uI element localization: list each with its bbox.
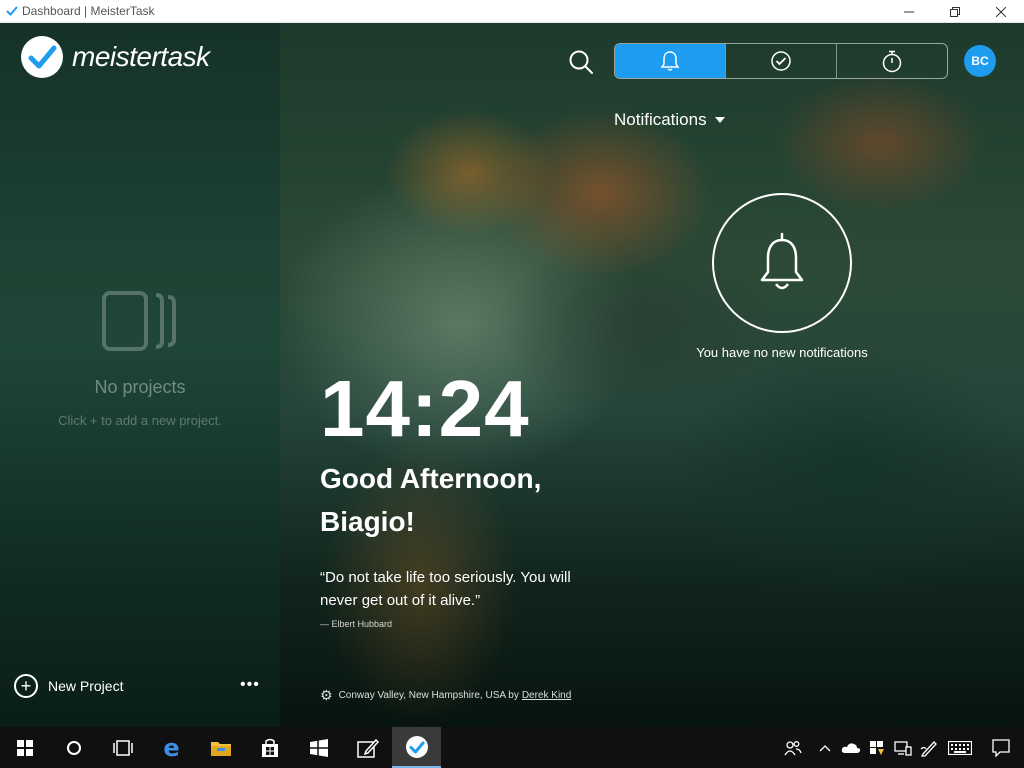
maximize-icon	[950, 6, 960, 17]
notifications-title: Notifications	[614, 110, 707, 129]
file-explorer-icon	[210, 741, 231, 756]
no-notifications-text: You have no new notifications	[696, 345, 868, 360]
meistertask-logo[interactable]: meistertask	[20, 35, 210, 79]
meistertask-taskbar-button[interactable]	[392, 727, 441, 768]
meistertask-icon	[405, 735, 428, 758]
chevron-up-icon	[819, 744, 831, 751]
network-icon	[894, 740, 912, 756]
meistertask-check-icon	[4, 3, 20, 19]
minimize-icon	[904, 11, 914, 12]
checkmark-circle-icon	[771, 51, 791, 71]
maximize-button[interactable]	[932, 0, 978, 23]
user-avatar[interactable]: BC	[964, 45, 996, 77]
people-icon	[784, 740, 802, 755]
system-tray	[774, 727, 1024, 768]
file-explorer-button[interactable]	[196, 727, 245, 768]
photo-credit: ⚙ Conway Valley, New Hampshire, USA by D…	[320, 687, 571, 704]
security-icon	[870, 740, 884, 755]
minimize-button[interactable]	[886, 0, 932, 23]
daily-quote: “Do not take life too seriously. You wil…	[320, 569, 571, 609]
windows-start-icon	[16, 739, 33, 756]
caret-down-icon	[714, 117, 725, 123]
close-button[interactable]	[978, 0, 1024, 23]
security-button[interactable]	[865, 727, 889, 768]
onedrive-icon	[841, 742, 861, 753]
network-button[interactable]	[891, 727, 915, 768]
windows-taskbar: e	[0, 727, 1024, 768]
window-title: Dashboard | MeisterTask	[22, 4, 155, 18]
store-button[interactable]	[245, 727, 294, 768]
dashboard-tabs	[614, 43, 948, 79]
pen-workspace-icon	[920, 740, 937, 757]
photo-author-link[interactable]: Derek Kind	[522, 690, 571, 701]
action-center-button[interactable]	[979, 727, 1023, 768]
more-options-button[interactable]: •••	[240, 676, 260, 694]
app-background: meistertask No projects Click + to add a…	[0, 23, 1024, 727]
pen-icon	[356, 738, 379, 758]
pen-workspace-button[interactable]	[917, 727, 941, 768]
notifications-dropdown[interactable]: Notifications	[614, 110, 725, 130]
pen-app-button[interactable]	[343, 727, 392, 768]
search-icon[interactable]	[568, 49, 594, 80]
edge-icon: e	[163, 733, 180, 762]
greeting-text: Good Afternoon, Biagio!	[320, 463, 542, 537]
store-icon	[261, 738, 278, 757]
show-hidden-icons-button[interactable]	[813, 727, 837, 768]
people-button[interactable]	[775, 727, 811, 768]
photo-location: Conway Valley, New Hampshire, USA by	[338, 690, 519, 701]
clock-time: 14:24	[320, 364, 530, 453]
empty-notifications-bell	[712, 193, 852, 333]
cortana-icon	[66, 740, 81, 755]
action-center-icon	[992, 738, 1010, 757]
windows-app-icon	[309, 738, 328, 757]
bell-icon	[660, 51, 680, 71]
touch-keyboard-button[interactable]	[943, 727, 977, 768]
onedrive-button[interactable]	[839, 727, 863, 768]
window-titlebar: Dashboard | MeisterTask	[0, 0, 1024, 23]
cortana-button[interactable]	[49, 727, 98, 768]
window-controls	[886, 0, 1024, 23]
windows-app-button[interactable]	[294, 727, 343, 768]
tab-notifications[interactable]	[615, 44, 725, 78]
task-view-button[interactable]	[98, 727, 147, 768]
new-project-button[interactable]: + New Project	[14, 674, 123, 698]
no-projects-hint: Click + to add a new project.	[58, 413, 222, 428]
bell-large-icon	[760, 232, 804, 290]
keyboard-icon	[948, 740, 972, 755]
task-view-icon	[112, 739, 133, 756]
gear-icon[interactable]: ⚙	[320, 687, 333, 704]
logo-text: meistertask	[72, 41, 210, 72]
start-button[interactable]	[0, 727, 49, 768]
tab-tasks[interactable]	[725, 44, 836, 78]
meistertask-logo-icon	[21, 36, 63, 78]
edge-button[interactable]: e	[147, 727, 196, 768]
quote-author: — Elbert Hubbard	[320, 619, 393, 629]
plus-circle-icon: +	[14, 674, 38, 698]
new-project-label: New Project	[48, 678, 124, 694]
no-projects-title: No projects	[94, 377, 186, 397]
empty-projects-icon	[102, 291, 180, 356]
projects-sidebar: meistertask No projects Click + to add a…	[0, 23, 280, 727]
close-icon	[996, 6, 1006, 17]
stopwatch-icon	[882, 50, 902, 73]
tab-time-tracking[interactable]	[836, 44, 947, 78]
